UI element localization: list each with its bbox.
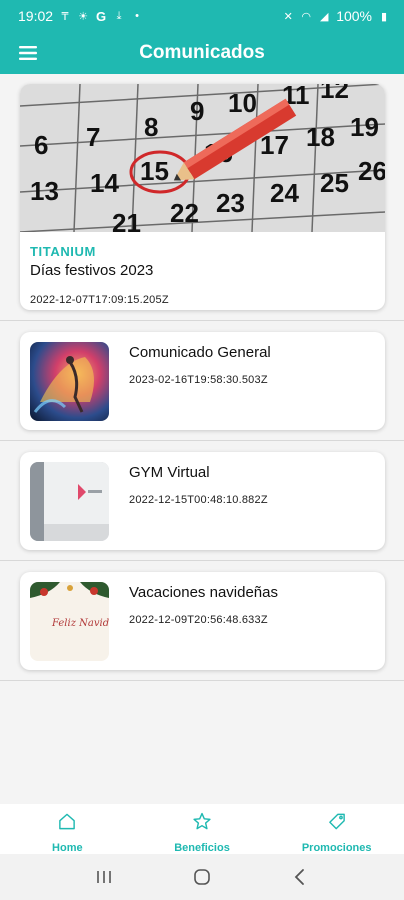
nav-promotions[interactable]: Promociones: [269, 804, 404, 854]
battery-icon: ▮: [380, 10, 388, 23]
system-navigation-bar: [0, 854, 404, 900]
nav-benefits[interactable]: Beneficios: [135, 804, 270, 854]
recent-apps-button[interactable]: [89, 862, 119, 892]
brightness-icon: ☀: [78, 10, 88, 23]
announcement-date: 2022-12-15T00:48:10.882Z: [129, 494, 268, 506]
announcement-card[interactable]: GYM Virtual 2022-12-15T00:48:10.882Z: [20, 452, 385, 550]
announcements-feed[interactable]: 678151617181913142223242526211112109 TIT…: [0, 74, 404, 804]
announcement-title: Comunicado General: [129, 344, 271, 361]
tag-icon: [328, 813, 345, 830]
announcement-card[interactable]: Comunicado General 2023-02-16T19:58:30.5…: [20, 332, 385, 430]
announcement-date: 2022-12-07T17:09:15.205Z: [30, 294, 169, 306]
clock: 19:02: [18, 8, 54, 24]
battery-percent: 100%: [336, 8, 372, 24]
calendar-day-number: 19: [350, 112, 379, 142]
star-icon: [193, 812, 211, 830]
nav-benefits-label: Beneficios: [174, 842, 230, 854]
back-chevron-icon: [294, 869, 304, 885]
calendar-day-number: 23: [216, 188, 245, 218]
divider: [0, 560, 404, 561]
announcement-date: 2022-12-09T20:56:48.633Z: [129, 614, 268, 626]
dot-icon: •: [135, 10, 139, 22]
wifi-icon: ◠: [301, 10, 311, 23]
dancer-art-thumbnail: [30, 342, 109, 421]
app-bar: Comunicados: [0, 32, 404, 74]
announcement-card[interactable]: Feliz Navidad Vacaciones navideñas 2022-…: [20, 572, 385, 670]
announcement-title: Días festivos 2023: [30, 262, 154, 279]
announcement-title: GYM Virtual: [129, 464, 210, 481]
calendar-day-number: 21: [112, 208, 141, 232]
mute-icon: ✕: [283, 10, 293, 23]
christmas-card-thumbnail: Feliz Navidad: [30, 582, 109, 661]
calendar-day-number: 15: [140, 156, 169, 186]
announcement-date: 2023-02-16T19:58:30.503Z: [129, 374, 268, 386]
recent-apps-icon: [97, 871, 111, 883]
menu-button[interactable]: [8, 33, 48, 73]
home-circle-icon: [194, 869, 210, 885]
g-app-icon: G: [95, 8, 107, 24]
calendar-day-number: 18: [306, 122, 335, 152]
nav-home[interactable]: Home: [0, 804, 135, 854]
calendar-day-number: 9: [190, 96, 204, 126]
calendar-banner-image: 678151617181913142223242526211112109: [20, 84, 385, 232]
calendar-day-number: 13: [30, 176, 59, 206]
home-button[interactable]: [187, 862, 217, 892]
company-tag: TITANIUM: [30, 244, 96, 259]
calendar-day-number: 25: [320, 168, 349, 198]
announcement-title: Vacaciones navideñas: [129, 584, 278, 601]
divider: [0, 320, 404, 321]
back-button[interactable]: [285, 862, 315, 892]
calendar-day-number: 24: [270, 178, 299, 208]
calendar-day-number: 22: [170, 198, 199, 228]
notification-icon: ₸: [61, 10, 69, 23]
featured-announcement-card[interactable]: 678151617181913142223242526211112109 TIT…: [20, 84, 385, 310]
nav-home-label: Home: [52, 842, 83, 854]
divider: [0, 440, 404, 441]
calendar-day-number: 26: [358, 156, 385, 186]
calendar-day-number: 6: [34, 130, 48, 160]
feliz-text: Feliz Navidad: [51, 618, 109, 629]
calendar-day-number: 14: [90, 168, 119, 198]
bottom-navigation: Home Beneficios Promociones: [0, 804, 404, 854]
calendar-day-number: 8: [144, 112, 158, 142]
calendar-day-number: 10: [228, 88, 257, 118]
signal-icon: ◢: [319, 10, 329, 23]
nav-promotions-label: Promociones: [301, 842, 372, 854]
hamburger-icon: [19, 46, 37, 60]
home-icon: [59, 813, 76, 830]
download-icon: ⤓: [116, 9, 122, 22]
page-title: Comunicados: [139, 42, 265, 63]
gym-wall-thumbnail: [30, 462, 109, 541]
status-bar: 19:02 ₸ ☀ G ⤓ • ✕ ◠ ◢ 100% ▮: [0, 0, 404, 32]
calendar-day-number: 7: [86, 122, 100, 152]
calendar-day-number: 12: [320, 84, 349, 104]
divider: [0, 680, 404, 681]
